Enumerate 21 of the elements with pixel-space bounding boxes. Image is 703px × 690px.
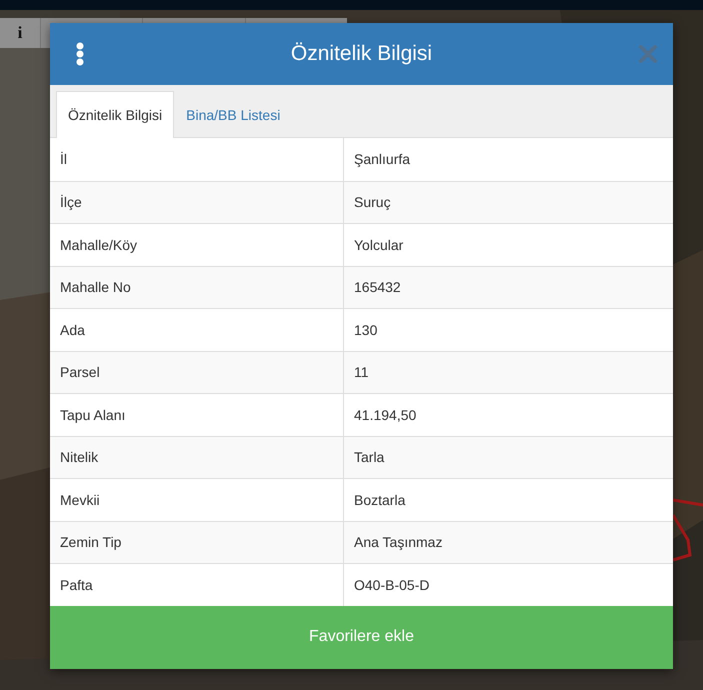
- table-cell-text: Pafta: [59, 576, 94, 595]
- table-cell: 165432: [343, 266, 673, 308]
- table-cell: Suruç: [343, 182, 673, 223]
- table-cell-text: Parsel: [59, 363, 101, 382]
- table-cell-text: Zemin Tip: [59, 533, 122, 552]
- table-cell-text: Ada: [59, 320, 86, 340]
- table-cell-text: Mevkii: [59, 490, 101, 510]
- tab[interactable]: Bina/BB Listesi: [174, 91, 292, 138]
- dialog-title: Öznitelik Bilgisi: [290, 42, 432, 66]
- info-button[interactable]: i: [0, 18, 40, 48]
- table-cell-text: Mahalle/Köy: [59, 236, 138, 255]
- tab[interactable]: Öznitelik Bilgisi: [56, 91, 174, 138]
- table-cell-text: Nitelik: [59, 448, 100, 468]
- table-cell: Ana Taşınmaz: [343, 522, 673, 563]
- menu-icon[interactable]: [76, 42, 84, 66]
- table-cell-text: Mahalle No: [59, 278, 132, 298]
- table-cell: Tarla: [343, 436, 673, 478]
- table-cell: 11: [343, 352, 673, 393]
- table-cell-text: İlçe: [59, 193, 83, 212]
- table-cell-text: Tapu Alanı: [59, 406, 126, 425]
- table-cell-text: İl: [59, 150, 68, 170]
